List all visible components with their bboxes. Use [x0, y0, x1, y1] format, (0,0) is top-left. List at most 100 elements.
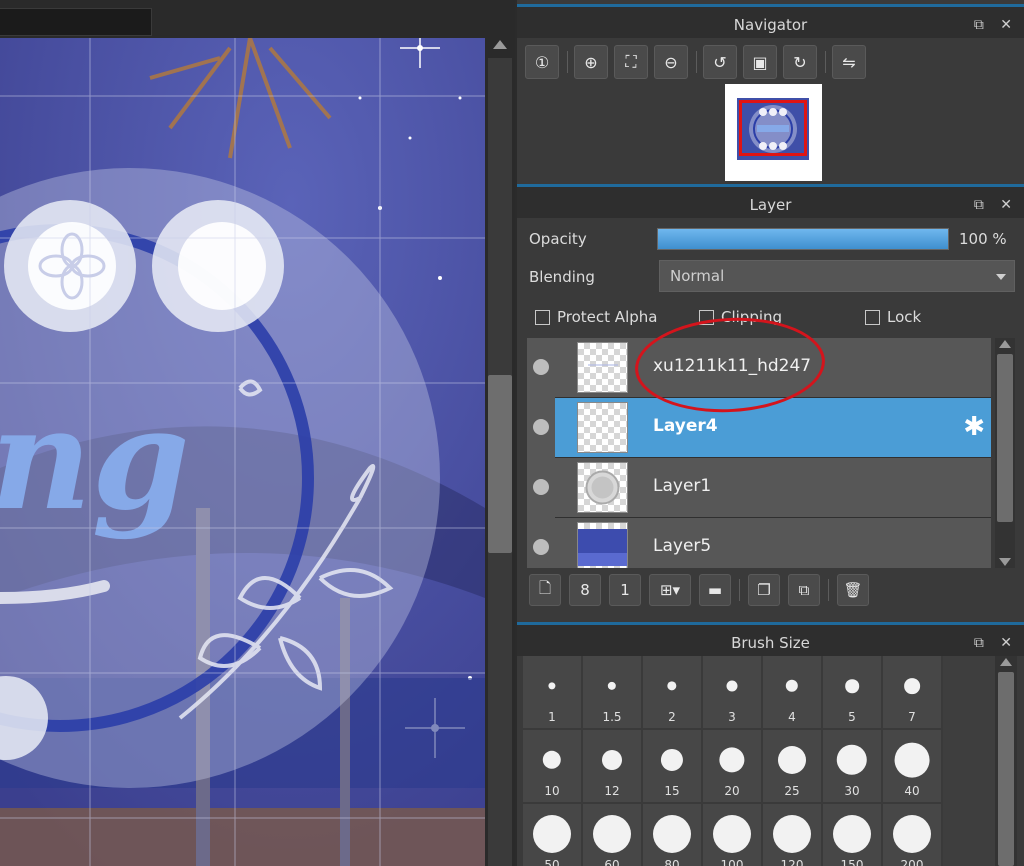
- brush-size-title-bar[interactable]: Brush Size ⧉ ✕: [517, 622, 1024, 656]
- layer-title-bar[interactable]: Layer ⧉ ✕: [517, 184, 1024, 218]
- visibility-icon[interactable]: [533, 419, 549, 435]
- brush-size-option[interactable]: 3: [703, 656, 761, 728]
- brush-size-option[interactable]: 20: [703, 730, 761, 802]
- brush-size-dot: [533, 815, 571, 853]
- new-8bit-layer-icon[interactable]: 8: [569, 574, 601, 606]
- layer-row[interactable]: Layer5: [527, 518, 991, 568]
- layer-thumbnail: [577, 522, 628, 568]
- brush-size-option[interactable]: 120: [763, 804, 821, 866]
- brush-size-panel: Brush Size ⧉ ✕ 1 1.5 2 3 4 5 7 10 12 15 20 25 30 40 50…: [517, 622, 1024, 866]
- toolbar-divider: [825, 51, 826, 73]
- brush-size-dot: [904, 678, 920, 694]
- zoom-in-icon[interactable]: ⊕: [574, 45, 608, 79]
- protect-alpha-label: Protect Alpha: [557, 308, 658, 326]
- lock-checkbox[interactable]: Lock: [865, 308, 921, 326]
- brush-size-scrollbar[interactable]: [995, 656, 1017, 866]
- brush-size-option[interactable]: 1: [523, 656, 581, 728]
- brush-size-option[interactable]: 30: [823, 730, 881, 802]
- brush-size-option[interactable]: 40: [883, 730, 941, 802]
- merge-layer-icon[interactable]: ⧉: [788, 574, 820, 606]
- flip-horizontal-icon[interactable]: ⇋: [832, 45, 866, 79]
- brush-size-label: 3: [728, 710, 736, 724]
- visibility-icon[interactable]: [533, 479, 549, 495]
- brush-size-option[interactable]: 80: [643, 804, 701, 866]
- rotate-right-icon[interactable]: ↻: [783, 45, 817, 79]
- rotate-left-icon[interactable]: ↺: [703, 45, 737, 79]
- reset-view-icon[interactable]: ▣: [743, 45, 777, 79]
- brush-size-dot: [778, 746, 806, 774]
- navigator-title-bar[interactable]: Navigator ⧉ ✕: [517, 4, 1024, 38]
- brush-size-dot: [836, 744, 868, 776]
- scroll-up-icon[interactable]: [1000, 658, 1012, 666]
- protect-alpha-checkbox[interactable]: Protect Alpha: [535, 308, 657, 326]
- brush-size-grid: 1 1.5 2 3 4 5 7 10 12 15 20 25 30 40 50 60 80 100 120 150 20…: [523, 656, 943, 866]
- opacity-slider[interactable]: [657, 228, 949, 250]
- delete-layer-icon[interactable]: 🗑: [837, 574, 869, 606]
- scroll-thumb[interactable]: [997, 354, 1013, 522]
- brush-size-label: 7: [908, 710, 916, 724]
- duplicate-layer-icon[interactable]: ❐: [748, 574, 780, 606]
- brush-size-option[interactable]: 1.5: [583, 656, 641, 728]
- checkbox-box[interactable]: [535, 309, 550, 325]
- brush-size-option[interactable]: 100: [703, 804, 761, 866]
- new-layer-icon[interactable]: 🗋: [529, 574, 561, 606]
- brush-size-label: 50: [544, 858, 560, 866]
- artwork-image: ng: [0, 38, 485, 866]
- brush-size-option[interactable]: 12: [583, 730, 641, 802]
- layer-title: Layer: [749, 196, 792, 214]
- new-1bit-layer-icon[interactable]: 1: [609, 574, 641, 606]
- brush-size-option[interactable]: 25: [763, 730, 821, 802]
- brush-size-label: 100: [720, 858, 744, 866]
- visibility-icon[interactable]: [533, 359, 549, 375]
- brush-size-label: 200: [900, 858, 924, 866]
- brush-size-option[interactable]: 150: [823, 804, 881, 866]
- brush-size-dot: [653, 815, 691, 853]
- scroll-down-icon[interactable]: [999, 558, 1011, 566]
- brush-size-option[interactable]: 200: [883, 804, 941, 866]
- brush-size-option[interactable]: 60: [583, 804, 641, 866]
- canvas-vertical-scrollbar[interactable]: [485, 38, 515, 866]
- visibility-icon[interactable]: [533, 539, 549, 555]
- layer-window-controls[interactable]: ⧉ ✕: [974, 187, 1018, 223]
- brush-size-dot: [660, 748, 684, 772]
- layer-thumbnail: [577, 402, 628, 453]
- artwork-canvas[interactable]: ng: [0, 38, 485, 866]
- brush-size-option[interactable]: 15: [643, 730, 701, 802]
- brush-size-label: 80: [664, 858, 680, 866]
- folder-icon[interactable]: ▬: [699, 574, 731, 606]
- zoom-out-icon[interactable]: ⊖: [654, 45, 688, 79]
- brush-size-option[interactable]: 4: [763, 656, 821, 728]
- navigator-view-frame[interactable]: [739, 100, 807, 156]
- brush-size-dot: [833, 815, 871, 853]
- scroll-up-icon[interactable]: [493, 40, 507, 49]
- brush-size-dot: [785, 679, 799, 693]
- brush-size-option[interactable]: 5: [823, 656, 881, 728]
- brush-size-option[interactable]: 2: [643, 656, 701, 728]
- brush-size-option[interactable]: 10: [523, 730, 581, 802]
- scroll-thumb[interactable]: [998, 672, 1014, 866]
- zoom-actual-icon[interactable]: ①: [525, 45, 559, 79]
- brush-size-label: 120: [780, 858, 804, 866]
- brush-size-dot: [602, 750, 622, 770]
- checkbox-box[interactable]: [865, 309, 880, 325]
- gear-icon[interactable]: ✱: [963, 412, 985, 442]
- brush-size-label: 1.5: [602, 710, 622, 724]
- add-layer-menu-icon[interactable]: ⊞▾: [649, 574, 691, 606]
- layer-row[interactable]: Layer1: [527, 458, 991, 518]
- brush-size-option[interactable]: 50: [523, 804, 581, 866]
- canvas-area[interactable]: ng: [0, 0, 515, 866]
- toolbar-divider: [828, 579, 829, 601]
- navigator-preview[interactable]: [725, 84, 822, 181]
- scroll-thumb[interactable]: [488, 375, 512, 553]
- navigator-window-controls[interactable]: ⧉ ✕: [974, 7, 1018, 43]
- blending-select[interactable]: Normal: [659, 260, 1015, 292]
- canvas-tab-field[interactable]: [0, 8, 152, 36]
- fit-screen-icon[interactable]: ⛶: [614, 45, 648, 79]
- brush-size-option[interactable]: 7: [883, 656, 941, 728]
- scroll-up-icon[interactable]: [999, 340, 1011, 348]
- layer-list-scrollbar[interactable]: [995, 338, 1015, 568]
- brush-size-title: Brush Size: [731, 634, 810, 652]
- brush-size-label: 30: [844, 784, 860, 798]
- brush-size-dot: [607, 681, 617, 691]
- brush-size-dot: [893, 815, 931, 853]
